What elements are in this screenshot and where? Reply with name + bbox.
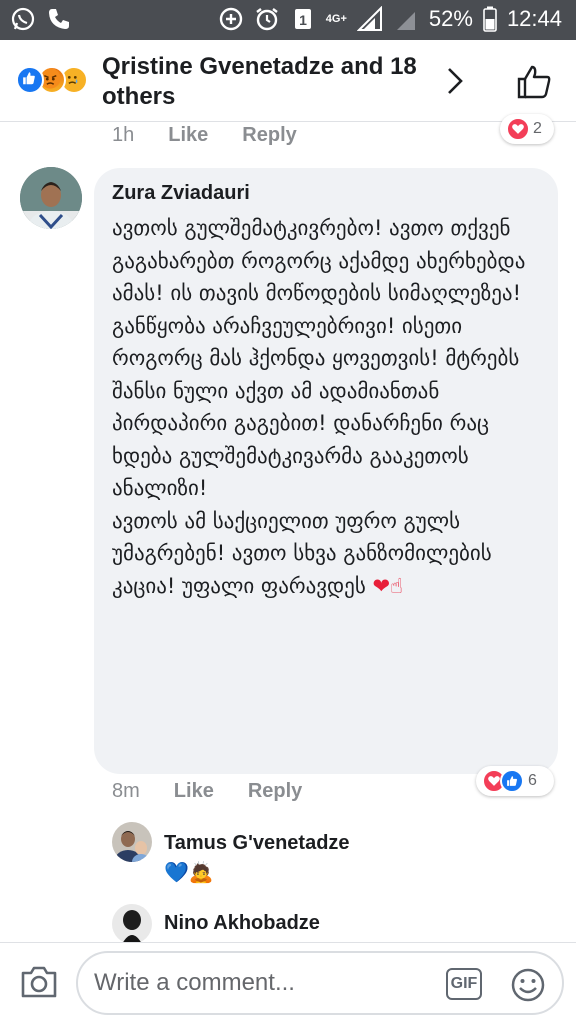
signal-icon xyxy=(356,6,382,31)
reactions-title[interactable]: Qristine Gvenetadze and 18 others xyxy=(102,52,422,112)
comment-emoji: ❤☝ xyxy=(372,573,403,598)
reaction-count-value: 6 xyxy=(528,772,537,789)
reply-author[interactable]: Tamus G'venetadze xyxy=(164,832,350,855)
like-link[interactable]: Like xyxy=(168,124,208,147)
like-reaction-icon xyxy=(500,769,524,793)
reaction-summary[interactable] xyxy=(16,66,96,96)
network-type: 4G+ xyxy=(325,13,347,25)
sim-icon: 1 xyxy=(294,9,311,29)
comment-input-box[interactable]: GIF xyxy=(76,951,564,1015)
svg-text:1: 1 xyxy=(299,12,307,28)
reply-avatar[interactable] xyxy=(112,822,152,862)
status-bar: 1 4G+ 52% 12:44 xyxy=(0,0,576,40)
like-reaction-icon xyxy=(16,66,44,94)
phone-icon xyxy=(49,9,69,29)
chevron-right-icon[interactable] xyxy=(442,66,468,96)
post-reactions-header: Qristine Gvenetadze and 18 others xyxy=(0,40,576,122)
comment-composer: GIF xyxy=(0,942,576,1024)
camera-icon[interactable] xyxy=(20,965,58,999)
alarm-icon xyxy=(256,8,278,31)
whatsapp-icon xyxy=(11,7,35,31)
reply-emoji: 💙🙇 xyxy=(164,862,214,884)
comment-reaction-count[interactable]: 6 xyxy=(476,766,554,796)
love-reaction-icon xyxy=(506,117,530,141)
avatar[interactable] xyxy=(20,167,82,229)
comment-text: ავთოს გულშემატკივრებო! ავთო თქვენ გაგახა… xyxy=(112,212,540,602)
comment-actions: 8m Like Reply xyxy=(112,778,302,804)
prev-comment-actions: 1h Like Reply xyxy=(112,122,297,148)
comment-timestamp: 8m xyxy=(112,779,140,802)
reply-avatar[interactable] xyxy=(112,904,152,944)
clock: 12:44 xyxy=(506,6,562,31)
comment-timestamp: 1h xyxy=(112,123,135,146)
signal-secondary-icon xyxy=(396,12,415,30)
comment-author[interactable]: Zura Zviadauri xyxy=(112,180,540,206)
data-saver-icon xyxy=(219,7,242,31)
comment-text-content: ავთოს გულშემატკივრებო! ავთო თქვენ გაგახა… xyxy=(112,216,526,598)
gif-button[interactable]: GIF xyxy=(446,968,482,1000)
like-button-icon[interactable] xyxy=(514,62,554,102)
comment-bubble: Zura Zviadauri ავთოს გულშემატკივრებო! ავ… xyxy=(94,168,558,774)
comment-input[interactable] xyxy=(94,965,434,1001)
reply-link[interactable]: Reply xyxy=(242,124,296,147)
like-link[interactable]: Like xyxy=(174,780,214,803)
battery-level: 52% xyxy=(428,6,473,31)
reply-link[interactable]: Reply xyxy=(248,780,302,803)
reaction-count-value: 2 xyxy=(533,120,542,137)
reply-author[interactable]: Nino Akhobadze xyxy=(164,912,320,935)
prev-reaction-count[interactable]: 2 xyxy=(500,114,554,144)
battery-icon xyxy=(483,6,497,32)
emoji-icon[interactable] xyxy=(510,967,546,1003)
